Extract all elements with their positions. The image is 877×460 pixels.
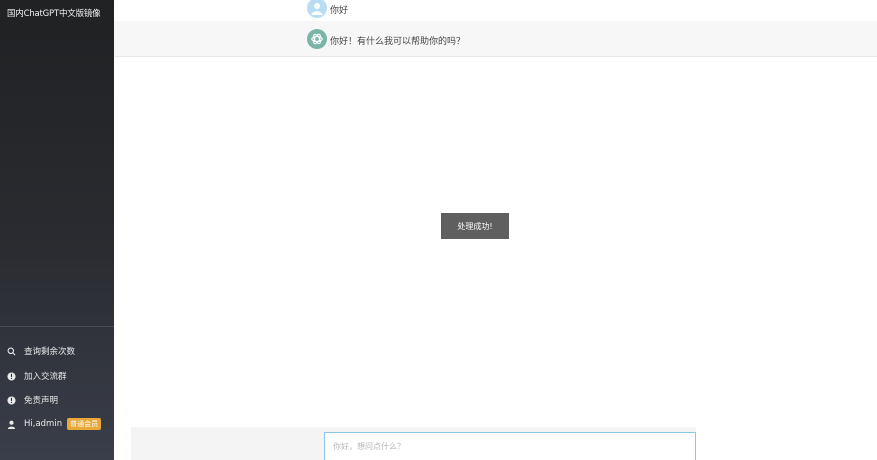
menu-item-label: 查询剩余次数: [24, 347, 76, 357]
brand-title: 国内ChatGPT中文版镜像: [7, 9, 101, 19]
vip-badge: 普通会员: [67, 418, 102, 430]
menu-item-join-group[interactable]: 加入交流群: [6, 368, 67, 384]
chat-input[interactable]: [324, 432, 696, 460]
menu-item-disclaimer[interactable]: 免责声明: [6, 392, 58, 408]
user-icon: [6, 419, 16, 429]
success-toast: 处理成功!: [441, 213, 509, 239]
message-text: 你好: [330, 6, 349, 16]
sidebar-divider: [0, 326, 114, 327]
chat-message-assistant: 你好！有什么我可以帮助你的吗？: [114, 21, 877, 57]
menu-item-label: 加入交流群: [24, 372, 67, 382]
menu-item-user[interactable]: Hi,admin 普通会员: [6, 416, 102, 432]
menu-item-label: 免责声明: [24, 396, 59, 406]
user-avatar-icon: [307, 0, 327, 18]
openai-logo-icon: [307, 29, 327, 49]
sidebar: 国内ChatGPT中文版镜像 查询剩余次数 加入交流群 免责声明 Hi,admi: [0, 0, 114, 460]
chat-message-user: 你好: [114, 0, 877, 20]
app-root: 国内ChatGPT中文版镜像 查询剩余次数 加入交流群 免责声明 Hi,admi: [0, 0, 877, 460]
user-greeting: Hi,admin: [24, 419, 63, 429]
info-icon: [6, 371, 16, 381]
info-icon: [6, 395, 16, 405]
chat-area: 你好 你好！有什么我可以帮助你的吗？ 处理成功!: [114, 0, 877, 460]
search-icon: [6, 346, 16, 356]
input-bar: [131, 427, 696, 460]
message-text: 你好！有什么我可以帮助你的吗？: [330, 37, 466, 47]
menu-item-query-remaining[interactable]: 查询剩余次数: [6, 343, 75, 359]
